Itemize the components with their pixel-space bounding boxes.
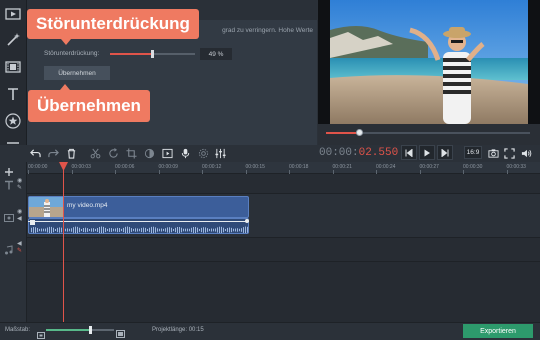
crop-icon[interactable] [124, 146, 138, 160]
empty-track-area[interactable] [27, 262, 540, 322]
ruler-tick-label: 00:00:12 [202, 164, 222, 170]
zoom-slider-fill [46, 329, 91, 331]
audio-handle-left[interactable] [30, 220, 35, 225]
ruler-tick-label: 00:00:00 [28, 164, 48, 170]
audio-handle-right[interactable] [245, 219, 249, 223]
callout-noise-reduction: Störunterdrückung [27, 9, 199, 39]
ruler-tick-label: 00:00:03 [71, 164, 91, 170]
redo-icon[interactable] [46, 146, 60, 160]
ruler-tick-label: 00:00:09 [158, 164, 178, 170]
video-track-visibility-icon[interactable]: ◉ [17, 208, 22, 215]
zoom-out-icon[interactable] [37, 326, 45, 340]
skip-back-icon [405, 148, 413, 157]
video-clip-name: my video.mp4 [67, 202, 108, 209]
volume-icon[interactable] [519, 146, 533, 160]
microphone-icon[interactable] [178, 146, 192, 160]
ruler-tick-label: 00:00:18 [289, 164, 309, 170]
callout-apply-pointer [60, 84, 70, 90]
equalizer-icon[interactable] [213, 146, 227, 160]
cut-icon[interactable] [88, 146, 102, 160]
noise-slider-fill [110, 53, 152, 55]
fullscreen-icon[interactable] [502, 146, 516, 160]
play-icon [424, 149, 430, 156]
ruler-tick-label: 00:00:24 [376, 164, 396, 170]
playhead[interactable] [63, 162, 64, 322]
ruler-tick-label: 00:00:21 [332, 164, 352, 170]
delete-icon[interactable] [64, 146, 78, 160]
skip-forward-icon [441, 148, 449, 157]
video-clip-thumbnail [29, 197, 63, 217]
video-track-icon [4, 210, 14, 228]
audio-track[interactable] [27, 238, 540, 262]
aspect-ratio-button[interactable]: 16:9 [464, 146, 482, 159]
timecode-display: 00:00:02.550 [319, 146, 398, 160]
title-track-visibility-icon[interactable]: ◉ [17, 177, 22, 184]
video-icon[interactable] [1, 2, 25, 26]
play-button[interactable] [419, 145, 435, 160]
timecode-dim: 00:00: [319, 147, 359, 159]
star-icon[interactable] [1, 109, 25, 133]
zoom-slider-thumb[interactable] [89, 326, 93, 334]
ruler-tick-label: 00:00:27 [419, 164, 439, 170]
edit-toolbar [0, 145, 540, 161]
music-track-mute-icon[interactable]: ◀ [17, 240, 22, 247]
previous-frame-button[interactable] [401, 145, 417, 160]
noise-value-field[interactable]: 49 % [200, 48, 232, 60]
callout-apply: Übernehmen [28, 90, 150, 122]
music-track-icon [4, 242, 14, 260]
noise-reduction-label: Störunterdrückung: [44, 50, 100, 57]
audio-volume-line[interactable] [28, 221, 249, 222]
timecode-active: 02.550 [358, 147, 399, 159]
slideshow-icon[interactable] [160, 146, 174, 160]
preview-progress-fill [326, 132, 359, 134]
export-button[interactable]: Exportieren [463, 324, 533, 338]
preview-progress-thumb[interactable] [355, 129, 363, 136]
undo-icon[interactable] [28, 146, 42, 160]
title-track-lock-icon[interactable]: ✎ [17, 184, 22, 191]
color-adjust-icon[interactable] [142, 146, 156, 160]
left-toolbar [0, 0, 27, 160]
settings-icon[interactable] [196, 146, 210, 160]
apply-button[interactable]: Übernehmen [44, 66, 110, 80]
preview-frame [318, 0, 540, 124]
ruler-tick-label: 00:00:06 [115, 164, 135, 170]
ruler-tick-label: 00:00:30 [463, 164, 483, 170]
track-headers: ◉ ✎ ◉ ◀ ◀ ✎ [0, 162, 27, 322]
text-icon[interactable] [1, 82, 25, 106]
ruler-tick-label: 00:00:15 [245, 164, 265, 170]
noise-slider-thumb[interactable] [150, 50, 154, 58]
video-track-mute-icon[interactable]: ◀ [17, 215, 22, 222]
preview-image [318, 0, 540, 124]
snapshot-icon[interactable] [486, 146, 500, 160]
title-track[interactable] [27, 174, 540, 194]
project-length: Projektlänge: 00:15 [152, 327, 204, 333]
rotate-icon[interactable] [106, 146, 120, 160]
scale-label: Maßstab: [5, 327, 31, 333]
music-track-lock-icon[interactable]: ✎ [17, 247, 22, 254]
next-frame-button[interactable] [437, 145, 453, 160]
ruler-tick-label: 00:00:33 [506, 164, 526, 170]
title-track-icon [4, 177, 14, 195]
zoom-in-icon[interactable] [116, 325, 125, 340]
filmstrip-icon[interactable] [1, 55, 25, 79]
footer [0, 322, 540, 340]
callout-noise-pointer [61, 39, 71, 45]
magic-wand-icon[interactable] [1, 28, 25, 52]
